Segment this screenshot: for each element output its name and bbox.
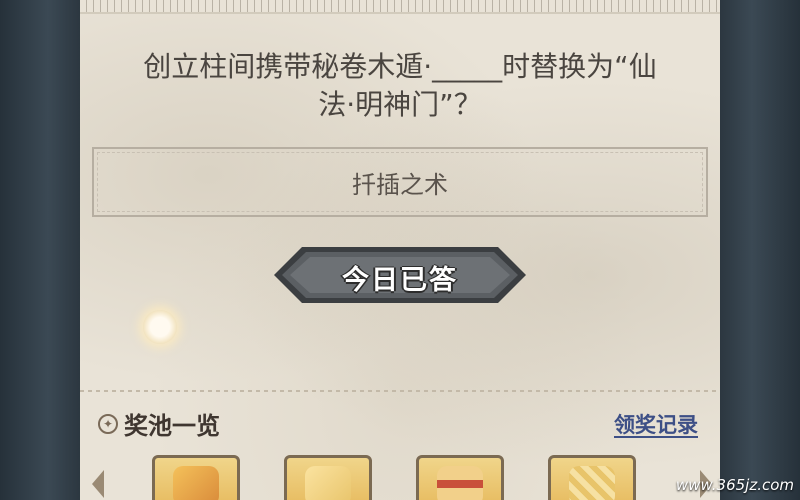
scroll-left-arrow-icon[interactable]	[92, 470, 104, 498]
answered-today-label: 今日已答	[342, 265, 458, 296]
ribbon-gift-icon	[437, 466, 483, 500]
treasure-bag-icon	[173, 466, 219, 500]
reward-card[interactable]	[548, 455, 636, 500]
paper-perforation	[80, 0, 720, 14]
reward-record-link[interactable]: 领奖记录	[614, 409, 698, 439]
frame-right	[720, 0, 800, 500]
reward-pool-title: 奖池一览	[124, 412, 220, 440]
reward-list	[80, 455, 720, 500]
frame-left	[0, 0, 80, 500]
question-line-2: 法·明神门”？	[318, 88, 482, 121]
section-divider	[80, 390, 720, 392]
reward-pool-header: ✦ 奖池一览	[98, 406, 220, 441]
reward-card[interactable]	[416, 455, 504, 500]
floating-orb-icon	[143, 310, 177, 344]
pool-seal-icon: ✦	[98, 413, 118, 434]
reward-card[interactable]	[152, 455, 240, 500]
watermark: www.365jz.com	[675, 476, 794, 494]
question-text: 创立柱间携带秘卷木遁·_____时替换为“仙 法·明神门”？	[90, 48, 710, 124]
scroll-bundle-icon	[305, 466, 351, 500]
answer-text: 扦插之术	[352, 170, 448, 199]
answered-today-button[interactable]: 今日已答	[270, 245, 530, 305]
scroll-roll-icon	[569, 466, 615, 500]
answer-option[interactable]: 扦插之术	[92, 147, 708, 217]
question-line-1: 创立柱间携带秘卷木遁·_____时替换为“仙	[143, 50, 657, 83]
quiz-panel: 创立柱间携带秘卷木遁·_____时替换为“仙 法·明神门”？ 扦插之术 今日已答…	[80, 0, 720, 500]
reward-card[interactable]	[284, 455, 372, 500]
